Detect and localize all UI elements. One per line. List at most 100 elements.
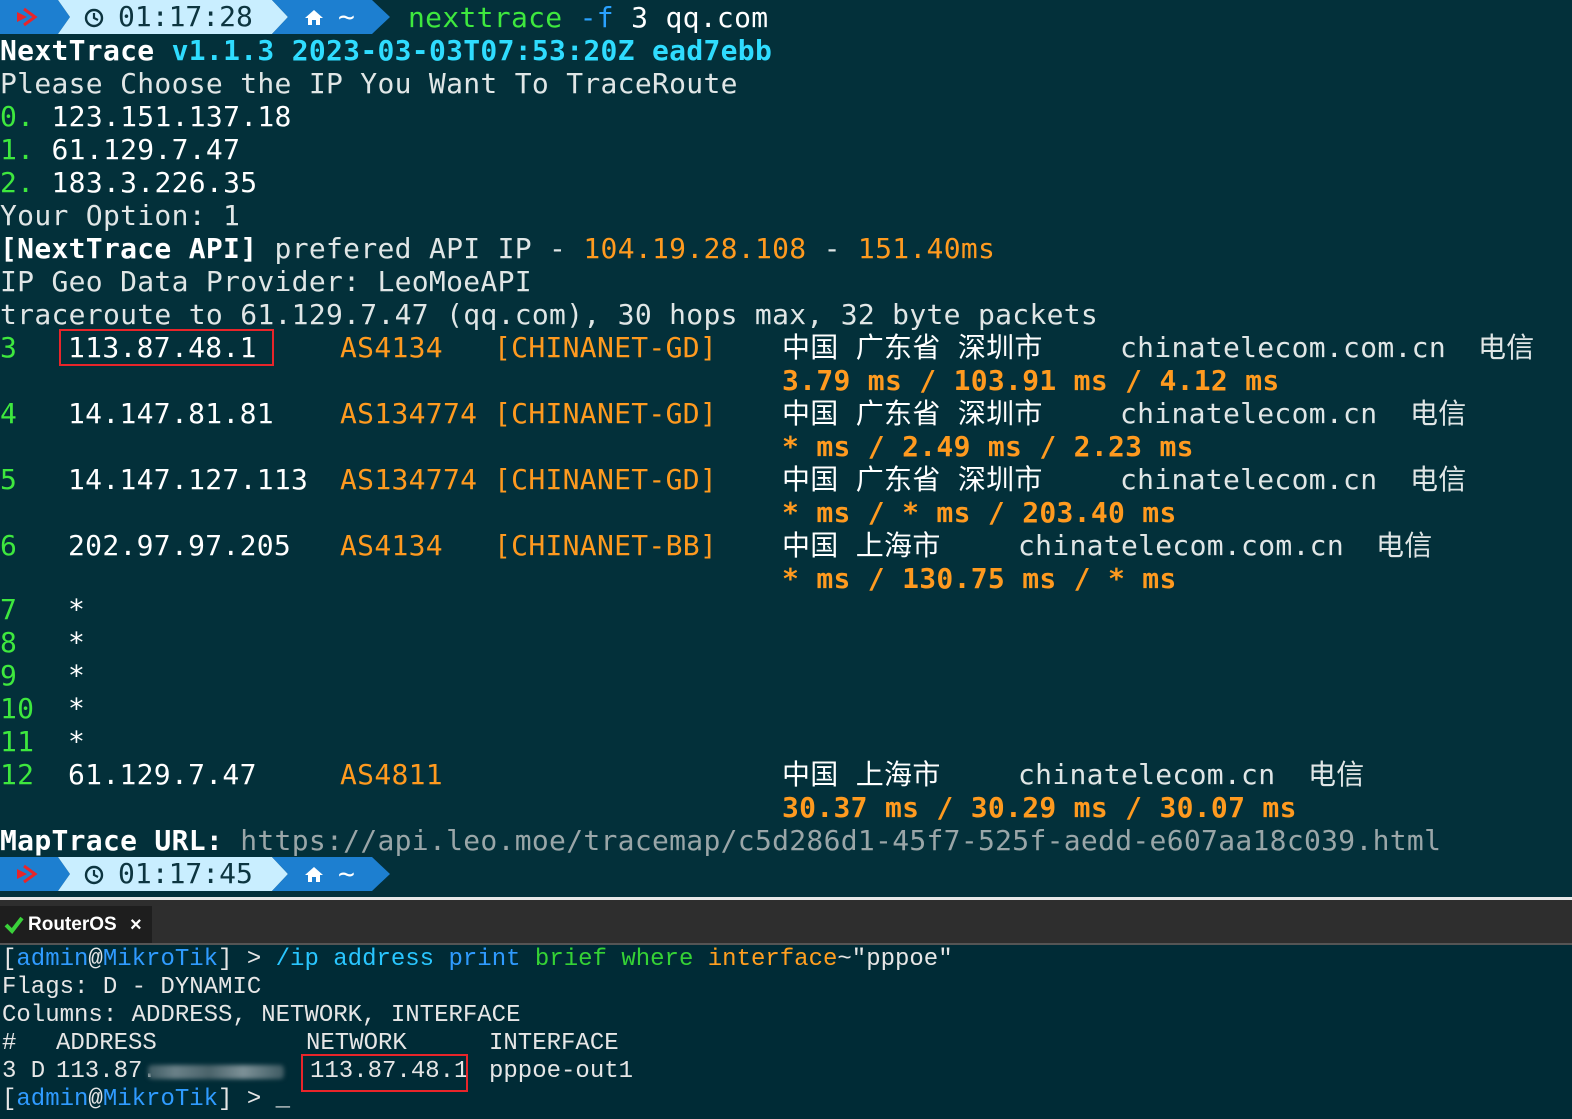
- tab-close-icon[interactable]: ×: [130, 906, 142, 944]
- hop-number: 9: [0, 659, 18, 692]
- ros-user: admin: [16, 946, 89, 973]
- prompt-home-dir: ~: [338, 0, 355, 33]
- hop-geo: 中国 广东省 深圳市: [782, 331, 1043, 364]
- command-line: nexttrace -f 3 qq.com: [408, 1, 768, 34]
- hop-rtt: 3.79 ms / 103.91 ms / 4.12 ms: [782, 364, 1280, 397]
- shell-prompt-2: 01:17:45 ~: [0, 857, 395, 891]
- redacted-blur: [148, 1065, 284, 1079]
- hop-isp: 电信: [1308, 758, 1365, 791]
- ros-cmd-value: "pppoe": [851, 946, 953, 973]
- check-icon: [4, 916, 24, 934]
- app-version: v1.1.3 2023-03-03T07:53:20Z ead7ebb: [171, 34, 773, 67]
- highlight-box-network: [301, 1054, 468, 1092]
- hop-geo: 中国 上海市: [782, 529, 941, 562]
- maptrace-url[interactable]: https://api.leo.moe/tracemap/c5d286d1-45…: [240, 824, 1441, 857]
- traceroute-line: traceroute to 61.129.7.47 (qq.com), 30 h…: [0, 298, 1099, 331]
- app-name: NextTrace: [0, 34, 155, 67]
- routeros-terminal-pane[interactable]: [admin@MikroTik] > /ip address print bri…: [0, 945, 1572, 1119]
- command-target: qq.com: [665, 1, 769, 34]
- hop-ip: 14.147.127.113: [68, 463, 309, 496]
- routeros-prompt: [admin@MikroTik] > _: [2, 1086, 291, 1113]
- hop-isp: 电信: [1410, 463, 1467, 496]
- row-address: 113.87.: [56, 1058, 157, 1085]
- option-1: 1. 61.129.7.47: [0, 133, 241, 166]
- col-header-num: #: [2, 1030, 17, 1057]
- hop-domain: chinatelecom.cn: [1120, 397, 1378, 430]
- hop-geo: 中国 广东省 深圳市: [782, 397, 1043, 430]
- maptrace-label: MapTrace URL:: [0, 824, 224, 857]
- ros-cmd-path: /ip address: [275, 946, 435, 973]
- hop-number: 11: [0, 725, 35, 758]
- shell-prompt-1: 01:17:28 ~: [0, 0, 395, 34]
- hop-number: 12: [0, 758, 35, 791]
- ros-cmd-brief: brief: [534, 946, 607, 973]
- ros-cmd-iface: interface: [707, 946, 838, 973]
- hop-number: 7: [0, 593, 18, 626]
- hop-number: 5: [0, 463, 18, 496]
- hop-domain: chinatelecom.com.cn: [1120, 331, 1446, 364]
- command-flag: -f: [579, 1, 614, 34]
- hop-rtt: * ms / * ms / 203.40 ms: [782, 496, 1177, 529]
- command-arg: 3: [631, 1, 649, 34]
- ros-cmd-print: print: [448, 946, 521, 973]
- option-2: 2. 183.3.226.35: [0, 166, 258, 199]
- routeros-command-line: [admin@MikroTik] > /ip address print bri…: [2, 946, 953, 973]
- home-icon: [305, 10, 323, 25]
- tab-title: RouterOS: [28, 914, 117, 935]
- row-num-flag: 3 D: [2, 1058, 46, 1085]
- hop-as: AS4134: [340, 529, 443, 562]
- hop-domain: chinatelecom.cn: [1120, 463, 1378, 496]
- terminal-logo-icon: [17, 864, 38, 884]
- hop-geo: 中国 上海市: [782, 758, 941, 791]
- hop-net: [CHINANET-GD]: [494, 331, 718, 364]
- ros-host: MikroTik: [102, 946, 219, 973]
- hop-timeout: *: [68, 626, 86, 659]
- hop-isp: 电信: [1376, 529, 1433, 562]
- hop-number: 8: [0, 626, 18, 659]
- col-header-address: ADDRESS: [56, 1030, 157, 1057]
- hop-number: 6: [0, 529, 18, 562]
- hop-ip: 61.129.7.47: [68, 758, 257, 791]
- hop-domain: chinatelecom.cn: [1018, 758, 1276, 791]
- hop-ip: 202.97.97.205: [68, 529, 292, 562]
- hop-net: [CHINANET-GD]: [494, 463, 718, 496]
- hop-timeout: *: [68, 692, 86, 725]
- terminal-logo-icon: [17, 7, 38, 27]
- hop-geo: 中国 广东省 深圳市: [782, 463, 1043, 496]
- hop-ip: 14.147.81.81: [68, 397, 274, 430]
- ros-cmd-where: where: [621, 946, 694, 973]
- hop-net: [CHINANET-GD]: [494, 397, 718, 430]
- hop-isp: 电信: [1410, 397, 1467, 430]
- hop-isp: 电信: [1478, 331, 1535, 364]
- hop-domain: chinatelecom.com.cn: [1018, 529, 1344, 562]
- command-name: nexttrace: [408, 1, 563, 34]
- version-line: NextTrace v1.1.3 2023-03-03T07:53:20Z ea…: [0, 34, 772, 67]
- api-tag: [NextTrace API]: [0, 232, 258, 265]
- hop-number: 4: [0, 397, 18, 430]
- home-icon: [305, 867, 323, 882]
- nexttrace-terminal-pane[interactable]: 01:17:28 ~ nexttrace -f 3 qq.com NextTra…: [0, 0, 1572, 897]
- hop-as: AS134774: [340, 397, 478, 430]
- clock-icon: [84, 8, 104, 28]
- hop-timeout: *: [68, 593, 86, 626]
- prompt-time: 01:17:45: [118, 857, 253, 890]
- text-cursor: _: [275, 1086, 291, 1113]
- hop-timeout: *: [68, 725, 86, 758]
- routeros-columns: Columns: ADDRESS, NETWORK, INTERFACE: [2, 1002, 521, 1029]
- your-option: Your Option: 1: [0, 199, 241, 232]
- maptrace-line: MapTrace URL: https://api.leo.moe/tracem…: [0, 824, 1441, 857]
- hop-rtt: * ms / 130.75 ms / * ms: [782, 562, 1177, 595]
- highlight-box-hop-ip: [59, 329, 274, 366]
- hop-net: [CHINANET-BB]: [494, 529, 718, 562]
- choose-title: Please Choose the IP You Want To TraceRo…: [0, 67, 738, 100]
- tab-routeros[interactable]: RouterOS ×: [0, 906, 152, 944]
- hop-as: AS4811: [340, 758, 443, 791]
- hop-number: 3: [0, 331, 18, 364]
- api-line: [NextTrace API] prefered API IP - 104.19…: [0, 232, 996, 265]
- hop-timeout: *: [68, 659, 86, 692]
- prompt-home-dir: ~: [338, 857, 355, 890]
- api-latency: 151.40ms: [857, 232, 996, 265]
- hop-as: AS4134: [340, 331, 443, 364]
- hop-as: AS134774: [340, 463, 478, 496]
- api-ip: 104.19.28.108: [583, 232, 807, 265]
